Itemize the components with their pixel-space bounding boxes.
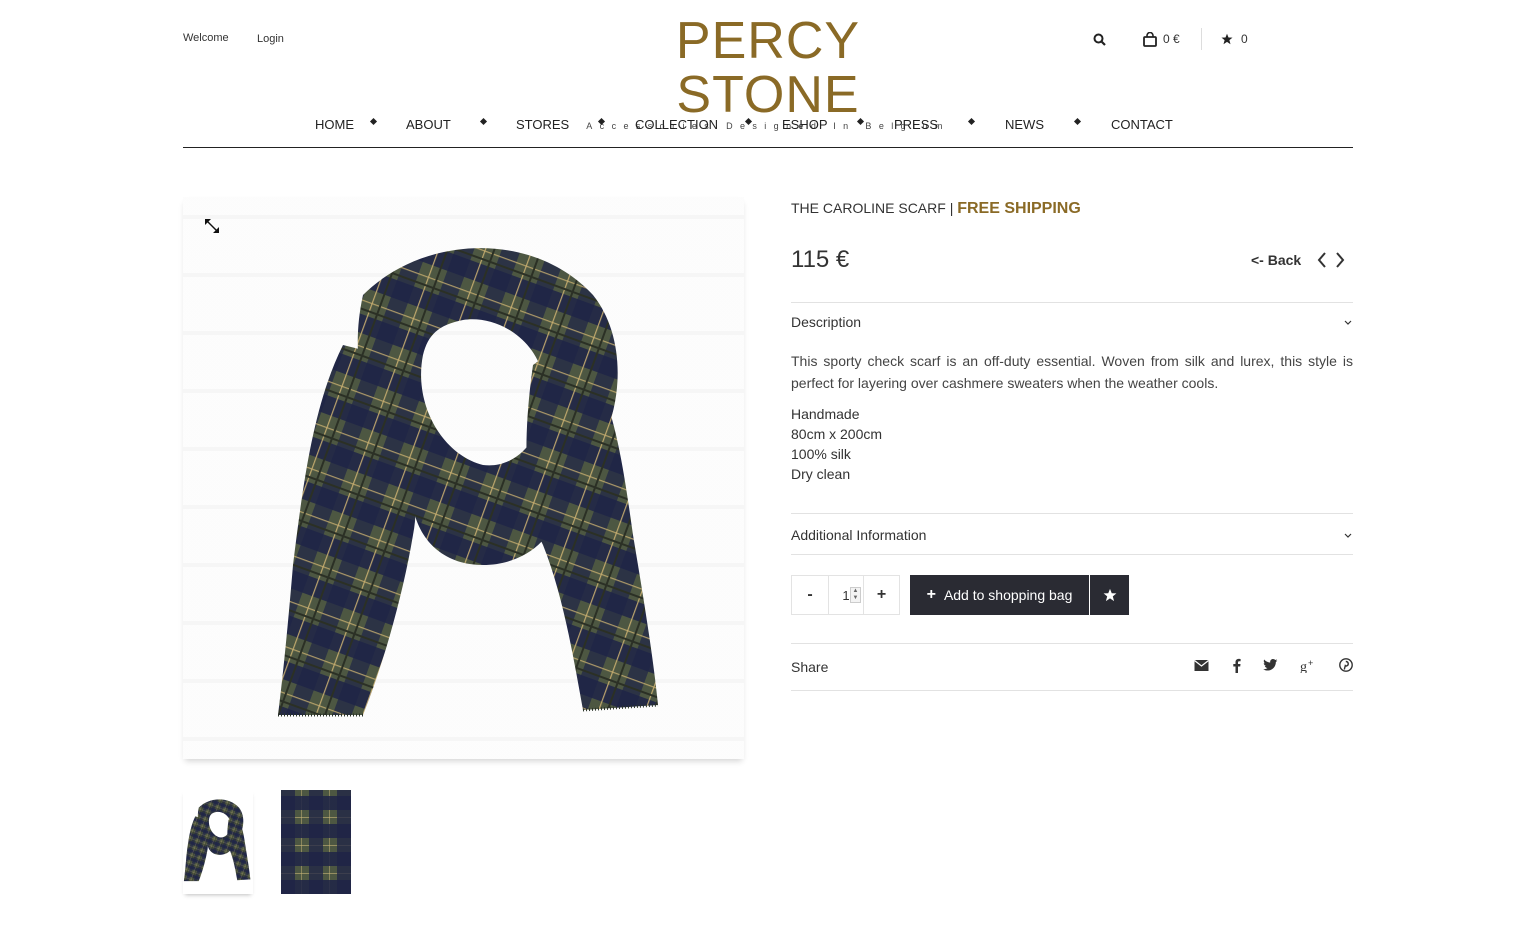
svg-text:g: g	[1300, 660, 1307, 673]
add-to-bag-button[interactable]: + Add to shopping bag	[910, 575, 1089, 615]
cart-button[interactable]: 0 €	[1143, 31, 1201, 47]
nav-separator	[967, 117, 976, 126]
spec-item: Dry clean	[791, 466, 851, 482]
nav-separator	[1073, 117, 1082, 126]
expand-icon[interactable]	[203, 217, 221, 235]
divider	[791, 643, 1353, 644]
header-tools: 0 € 0	[1093, 28, 1248, 50]
logo-title: PERCY STONE	[675, 12, 861, 124]
product-title: THE CAROLINE SCARF | FREE SHIPPING	[791, 200, 1081, 218]
nav-separator	[597, 117, 606, 126]
divider	[791, 554, 1353, 555]
shopping-bag-icon	[1143, 31, 1157, 47]
share-label: Share	[791, 659, 829, 675]
spec-item: 100% silk	[791, 446, 851, 462]
search-button[interactable]	[1093, 33, 1143, 46]
divider	[791, 690, 1353, 691]
nav-item-home[interactable]: HOME	[315, 117, 354, 132]
pinterest-icon[interactable]	[1339, 658, 1353, 672]
quantity-plus-button[interactable]: +	[864, 586, 899, 604]
nav-item-stores[interactable]: STORES	[516, 117, 569, 132]
wishlist-button[interactable]: 0	[1221, 32, 1248, 46]
header-separator	[1201, 28, 1202, 50]
spec-item: Handmade	[791, 406, 860, 422]
plus-icon: +	[926, 586, 936, 603]
thumbnail-1[interactable]	[183, 790, 253, 894]
description-text: This sporty check scarf is an off-duty e…	[791, 353, 1353, 391]
nav-separator	[744, 117, 753, 126]
scarf-photo	[278, 248, 659, 717]
cart-amount: 0 €	[1163, 32, 1180, 46]
account-links: Welcome Login	[183, 32, 284, 45]
product-price: 115 €	[791, 246, 850, 273]
chevron-left-icon[interactable]	[1317, 252, 1327, 268]
main-nav: HOME ABOUT STORES COLLECTION ESHOP PRESS…	[183, 110, 1353, 148]
nav-separator	[856, 117, 865, 126]
nav-item-about[interactable]: ABOUT	[406, 117, 451, 132]
star-icon	[1103, 588, 1116, 602]
nav-item-news[interactable]: NEWS	[1005, 117, 1044, 132]
welcome-text: Welcome	[183, 32, 229, 44]
chevron-right-icon[interactable]	[1335, 252, 1345, 268]
chevron-down-icon	[1344, 533, 1352, 538]
chevron-down-icon	[1344, 320, 1352, 325]
quantity-minus-button[interactable]: -	[792, 586, 828, 604]
spinner-arrows-icon[interactable]: ▲ ▼	[850, 587, 861, 603]
nav-item-press[interactable]: PRESS	[894, 117, 938, 132]
scarf-thumbnail	[183, 799, 251, 882]
nav-item-contact[interactable]: CONTACT	[1111, 117, 1173, 132]
description-toggle[interactable]: Description	[791, 314, 1353, 330]
thumbnail-2[interactable]	[281, 790, 351, 894]
additional-info-toggle[interactable]: Additional Information	[791, 527, 1353, 543]
product-main-image[interactable]	[183, 197, 744, 759]
svg-text:+: +	[1308, 658, 1313, 668]
spec-item: 80cm x 200cm	[791, 426, 883, 442]
login-link[interactable]: Login	[257, 33, 284, 45]
description-heading: Description	[791, 314, 862, 330]
quantity-input[interactable]: 1 ▲ ▼	[828, 576, 864, 614]
additional-info-heading: Additional Information	[791, 527, 927, 543]
product-navigation: <- Back	[1251, 252, 1345, 268]
nav-item-eshop[interactable]: ESHOP	[782, 117, 828, 132]
google-plus-icon[interactable]: g +	[1300, 658, 1316, 673]
quantity-value: 1	[842, 587, 850, 603]
add-to-wishlist-button[interactable]	[1090, 575, 1129, 615]
wishlist-count: 0	[1241, 32, 1248, 46]
divider	[791, 513, 1353, 514]
facebook-icon[interactable]	[1232, 658, 1241, 673]
free-shipping-label: FREE SHIPPING	[957, 200, 1081, 217]
search-icon	[1093, 33, 1106, 46]
twitter-icon[interactable]	[1263, 659, 1278, 671]
nav-item-collection[interactable]: COLLECTION	[635, 117, 718, 132]
add-to-bag-label: Add to shopping bag	[943, 587, 1073, 603]
divider	[791, 302, 1353, 303]
product-name: THE CAROLINE SCARF |	[791, 200, 954, 216]
star-icon	[1221, 33, 1233, 45]
quantity-stepper: - 1 ▲ ▼ +	[791, 575, 900, 615]
nav-separator	[479, 117, 488, 126]
product-specs: Handmade 80cm x 200cm 100% silk Dry clea…	[791, 404, 882, 484]
back-link[interactable]: <- Back	[1251, 252, 1301, 268]
nav-separator	[369, 117, 378, 126]
envelope-icon[interactable]	[1194, 659, 1209, 672]
